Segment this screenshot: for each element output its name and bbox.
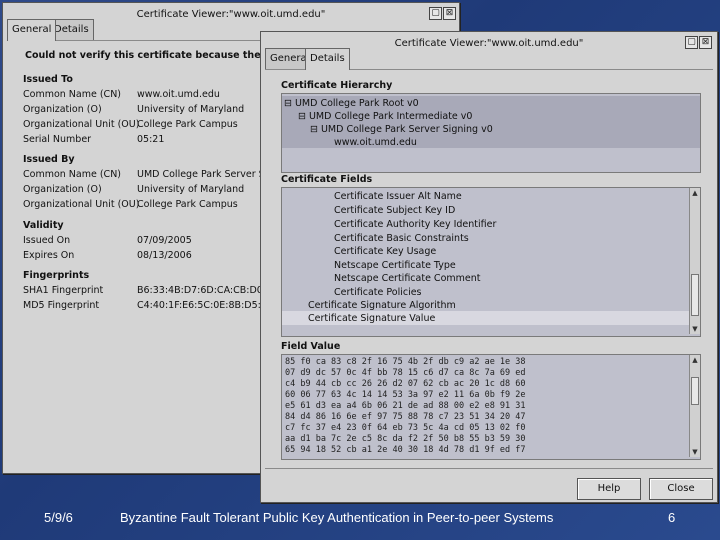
issued-by-value: College Park Campus xyxy=(137,199,238,210)
issued-to-label: Organizational Unit (OU) xyxy=(23,119,140,130)
field-value-label: Field Value xyxy=(281,341,341,352)
field-item-selected[interactable]: Certificate Signature Value xyxy=(308,312,435,325)
hex-line: 84 d4 86 16 6e ef 97 75 88 78 c7 23 51 3… xyxy=(285,412,526,422)
value-scrollbar[interactable]: ▲ ▼ xyxy=(689,355,700,457)
validity-label: Expires On xyxy=(23,250,75,261)
button-divider xyxy=(265,468,713,469)
validity-heading: Validity xyxy=(23,220,64,231)
hierarchy-label: Certificate Hierarchy xyxy=(281,80,393,91)
fingerprint-label: SHA1 Fingerprint xyxy=(23,285,104,296)
issued-to-value: 05:21 xyxy=(137,134,165,145)
fields-list[interactable]: Certificate Issuer Alt Name Certificate … xyxy=(281,187,701,337)
hex-line: 85 f0 ca 83 c8 2f 16 75 4b 2f db c9 a2 a… xyxy=(285,357,526,367)
issued-by-value: UMD College Park Server S xyxy=(137,169,265,180)
field-item[interactable]: Certificate Subject Key ID xyxy=(334,204,455,217)
tree-node[interactable]: ⊟ UMD College Park Intermediate v0 xyxy=(298,110,472,123)
issued-to-value: University of Maryland xyxy=(137,104,245,115)
issued-by-heading: Issued By xyxy=(23,154,75,165)
tree-node[interactable]: ⊟ UMD College Park Root v0 xyxy=(284,97,419,110)
validity-value: 08/13/2006 xyxy=(137,250,192,261)
hex-line: aa d1 ba 7c 2e c5 8c da f2 2f 50 b8 55 b… xyxy=(285,434,526,444)
issued-by-label: Organizational Unit (OU) xyxy=(23,199,140,210)
fields-scrollbar[interactable]: ▲ ▼ xyxy=(689,188,700,334)
field-value-box[interactable]: 85 f0 ca 83 c8 2f 16 75 4b 2f db c9 a2 a… xyxy=(281,354,701,460)
tree-node[interactable]: ⊟ UMD College Park Server Signing v0 xyxy=(310,123,493,136)
issued-by-label: Common Name (CN) xyxy=(23,169,122,180)
scroll-down-icon[interactable]: ▼ xyxy=(690,447,700,457)
scroll-up-icon[interactable]: ▲ xyxy=(690,355,700,365)
close-window-button[interactable]: ⊠ xyxy=(699,36,712,49)
tree-node[interactable]: www.oit.umd.edu xyxy=(334,136,417,149)
field-item[interactable]: Certificate Issuer Alt Name xyxy=(334,190,462,203)
minimize-button[interactable]: ▢ xyxy=(429,7,442,20)
scroll-down-icon[interactable]: ▼ xyxy=(690,324,700,334)
footer-page-number: 6 xyxy=(668,510,676,525)
hex-line: 60 06 77 63 4c 14 14 53 3a 97 e2 11 6a 0… xyxy=(285,390,526,400)
hierarchy-tree[interactable]: ⊟ UMD College Park Root v0 ⊟ UMD College… xyxy=(281,93,701,173)
fields-label: Certificate Fields xyxy=(281,174,373,185)
hex-line: 65 94 18 52 cb a1 2e 40 30 18 4d 78 d1 9… xyxy=(285,445,526,455)
hex-line: c7 fc 37 e4 23 0f 64 eb 73 5c 4a cd 05 1… xyxy=(285,423,526,433)
hex-line: 07 d9 dc 57 0c 4f bb 78 15 c6 d7 ca 8c 7… xyxy=(285,368,526,378)
issued-to-label: Organization (O) xyxy=(23,104,102,115)
field-item[interactable]: Netscape Certificate Comment xyxy=(334,272,480,285)
fingerprints-heading: Fingerprints xyxy=(23,270,90,281)
hex-line: e5 61 d3 ea a4 6b 06 21 de ad 88 00 e2 e… xyxy=(285,401,526,411)
validity-value: 07/09/2005 xyxy=(137,235,192,246)
footer-date: 5/9/6 xyxy=(44,510,73,525)
fingerprint-label: MD5 Fingerprint xyxy=(23,300,100,311)
field-item[interactable]: Certificate Authority Key Identifier xyxy=(334,218,496,231)
issued-by-label: Organization (O) xyxy=(23,184,102,195)
hex-line: c4 b9 44 cb cc 26 26 d2 07 62 cb ac 20 1… xyxy=(285,379,526,389)
field-item[interactable]: Certificate Key Usage xyxy=(334,245,436,258)
fingerprint-value: C4:40:1F:E6:5C:0E:8B:D5:A xyxy=(137,300,268,311)
issued-to-label: Common Name (CN) xyxy=(23,89,122,100)
issued-to-value: www.oit.umd.edu xyxy=(137,89,220,100)
scroll-thumb[interactable] xyxy=(691,377,699,405)
help-button[interactable]: Help xyxy=(577,478,641,500)
scroll-thumb[interactable] xyxy=(691,274,699,316)
fingerprint-value: B6:33:4B:D7:6D:CA:CB:D0 xyxy=(137,285,263,296)
field-item[interactable]: Certificate Basic Constraints xyxy=(334,232,469,245)
scroll-up-icon[interactable]: ▲ xyxy=(690,188,700,198)
issued-to-value: College Park Campus xyxy=(137,119,238,130)
issued-to-label: Serial Number xyxy=(23,134,92,145)
close-window-button[interactable]: ⊠ xyxy=(443,7,456,20)
issued-by-value: University of Maryland xyxy=(137,184,245,195)
tab-general[interactable]: General xyxy=(7,19,57,41)
tab-details[interactable]: Details xyxy=(305,48,350,70)
issued-to-heading: Issued To xyxy=(23,74,73,85)
front-certificate-window: Certificate Viewer:"www.oit.umd.edu" ▢ ⊠… xyxy=(260,31,718,503)
close-button[interactable]: Close xyxy=(649,478,713,500)
validity-label: Issued On xyxy=(23,235,71,246)
minimize-button[interactable]: ▢ xyxy=(685,36,698,49)
field-item[interactable]: Netscape Certificate Type xyxy=(334,259,456,272)
footer-title: Byzantine Fault Tolerant Public Key Auth… xyxy=(120,510,554,525)
field-item[interactable]: Certificate Policies xyxy=(334,286,422,299)
